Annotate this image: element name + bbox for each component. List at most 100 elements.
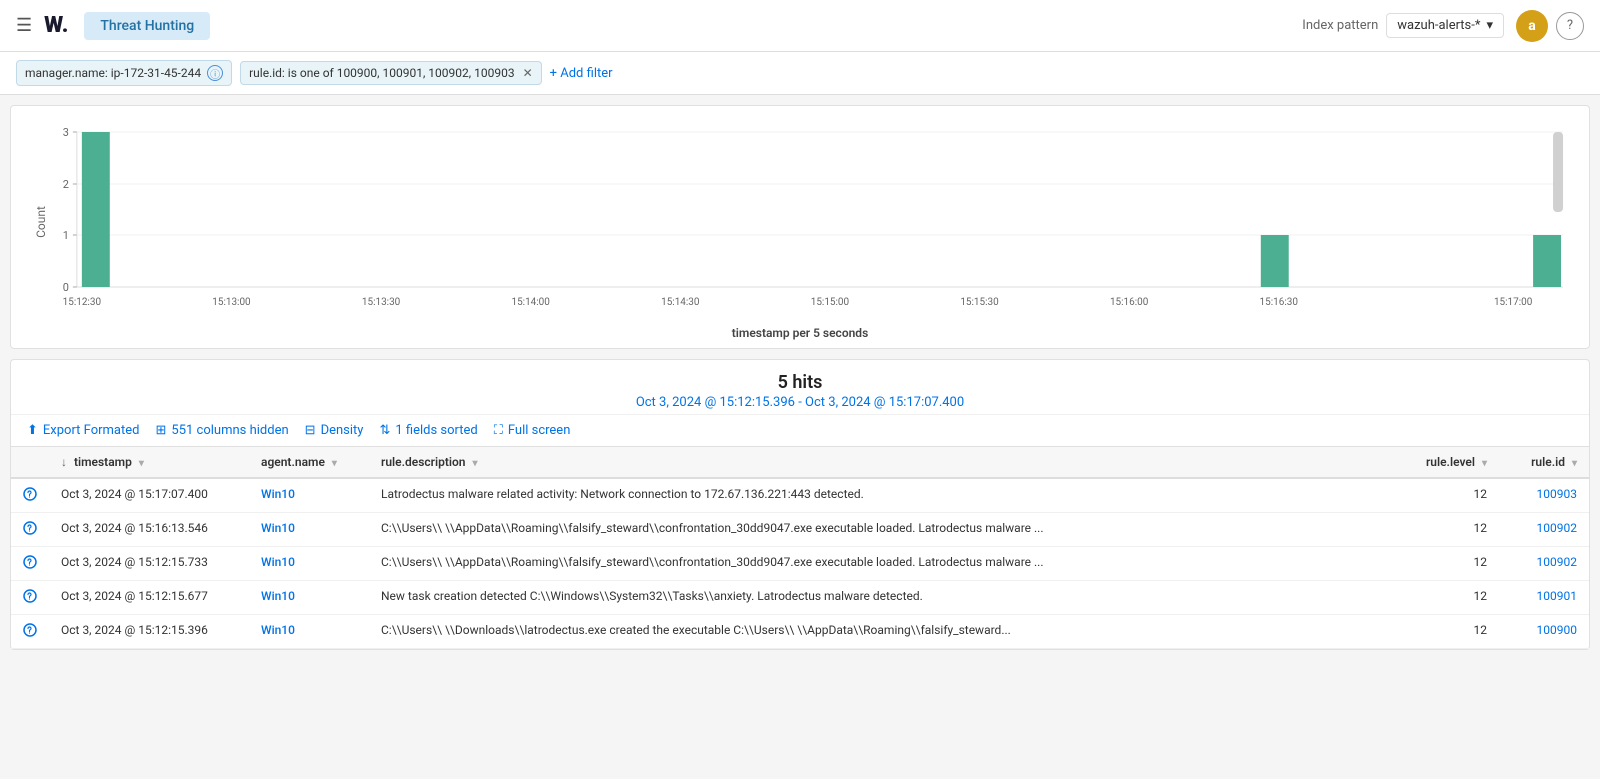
- table-row: Oct 3, 2024 @ 15:12:15.396 Win10 C:\\Use…: [11, 615, 1589, 649]
- chart-svg: Count 0 1 2 3 15:12:30 15:13:: [27, 122, 1573, 322]
- rule-id-link[interactable]: 100903: [1537, 487, 1577, 501]
- rule-id-link[interactable]: 100902: [1537, 521, 1577, 535]
- index-pattern-value: wazuh-alerts-*: [1397, 18, 1480, 33]
- svg-text:15:17:00: 15:17:00: [1494, 297, 1533, 308]
- svg-text:15:15:30: 15:15:30: [960, 297, 999, 308]
- expand-icon[interactable]: [23, 623, 37, 637]
- rule-level-cell: 12: [1414, 478, 1499, 513]
- col-agent-header[interactable]: agent.name ▾: [249, 447, 369, 478]
- chevron-ruleid-icon: ▾: [1572, 458, 1577, 469]
- x-axis-label: timestamp per 5 seconds: [27, 326, 1573, 340]
- agent-link[interactable]: Win10: [261, 623, 295, 637]
- add-filter-button[interactable]: + Add filter: [550, 66, 613, 81]
- timestamp-header-label: timestamp: [74, 455, 132, 469]
- fullscreen-label: Full screen: [508, 423, 571, 438]
- expand-icon[interactable]: [23, 487, 37, 501]
- rule-id-link[interactable]: 100900: [1537, 623, 1577, 637]
- svg-text:15:14:30: 15:14:30: [661, 297, 700, 308]
- expand-icon[interactable]: [23, 521, 37, 535]
- desc-header-label: rule.description: [381, 455, 465, 469]
- rule-id-cell[interactable]: 100901: [1499, 581, 1589, 615]
- col-desc-header[interactable]: rule.description ▾: [369, 447, 1414, 478]
- agent-cell[interactable]: Win10: [249, 615, 369, 649]
- avatar[interactable]: a: [1516, 10, 1548, 42]
- density-icon: ⊟: [305, 423, 316, 438]
- svg-text:15:16:30: 15:16:30: [1260, 297, 1299, 308]
- agent-link[interactable]: Win10: [261, 487, 295, 501]
- timestamp-cell: Oct 3, 2024 @ 15:17:07.400: [49, 478, 249, 513]
- agent-cell[interactable]: Win10: [249, 478, 369, 513]
- columns-hidden-label: 551 columns hidden: [171, 423, 288, 438]
- app-logo: W.: [44, 13, 68, 38]
- results-container: 5 hits Oct 3, 2024 @ 15:12:15.396 - Oct …: [10, 359, 1590, 650]
- results-header: 5 hits Oct 3, 2024 @ 15:12:15.396 - Oct …: [11, 360, 1589, 415]
- filter-chip-manager[interactable]: manager.name: ip-172-31-45-244 ⓘ: [16, 60, 232, 86]
- expand-cell[interactable]: [11, 581, 49, 615]
- rule-id-link[interactable]: 100901: [1537, 589, 1577, 603]
- app-header: ☰ W. Threat Hunting Index pattern wazuh-…: [0, 0, 1600, 52]
- export-button[interactable]: ⬆ Export Formated: [27, 423, 139, 438]
- timestamp-cell: Oct 3, 2024 @ 15:12:15.733: [49, 547, 249, 581]
- date-range: Oct 3, 2024 @ 15:12:15.396 - Oct 3, 2024…: [27, 395, 1573, 410]
- toolbar: ⬆ Export Formated ⊞ 551 columns hidden ⊟…: [11, 415, 1589, 447]
- date-start: Oct 3, 2024 @ 15:12:15.396: [636, 395, 795, 410]
- density-button[interactable]: ⊟ Density: [305, 423, 364, 438]
- table-row: Oct 3, 2024 @ 15:16:13.546 Win10 C:\\Use…: [11, 513, 1589, 547]
- agent-header-label: agent.name: [261, 455, 325, 469]
- table-header-row: ↓ timestamp ▾ agent.name ▾ rule.descript…: [11, 447, 1589, 478]
- results-table: ↓ timestamp ▾ agent.name ▾ rule.descript…: [11, 447, 1589, 649]
- col-expand: [11, 447, 49, 478]
- agent-link[interactable]: Win10: [261, 521, 295, 535]
- col-timestamp-header[interactable]: ↓ timestamp ▾: [49, 447, 249, 478]
- agent-cell[interactable]: Win10: [249, 547, 369, 581]
- rule-id-cell[interactable]: 100902: [1499, 547, 1589, 581]
- fullscreen-button[interactable]: ⛶ Full screen: [494, 423, 571, 438]
- index-pattern-select[interactable]: wazuh-alerts-* ▾: [1386, 13, 1504, 38]
- filter-chip-rule[interactable]: rule.id: is one of 100900, 100901, 10090…: [240, 61, 542, 85]
- expand-cell[interactable]: [11, 478, 49, 513]
- agent-link[interactable]: Win10: [261, 589, 295, 603]
- rule-id-cell[interactable]: 100903: [1499, 478, 1589, 513]
- fields-sorted[interactable]: ⇅ 1 fields sorted: [379, 423, 477, 438]
- description-cell: C:\\Users\\ \\AppData\\Roaming\\falsify_…: [369, 513, 1414, 547]
- columns-icon: ⊞: [155, 423, 166, 438]
- chart-area: Count 0 1 2 3 15:12:30 15:13:: [27, 122, 1573, 322]
- expand-icon[interactable]: [23, 589, 37, 603]
- expand-cell[interactable]: [11, 615, 49, 649]
- fields-sorted-label: 1 fields sorted: [395, 423, 477, 438]
- date-end: Oct 3, 2024 @ 15:17:07.400: [805, 395, 964, 410]
- chevron-timestamp-icon: ▾: [139, 458, 144, 469]
- columns-hidden[interactable]: ⊞ 551 columns hidden: [155, 423, 288, 438]
- ruleid-header-label: rule.id: [1531, 455, 1565, 469]
- agent-cell[interactable]: Win10: [249, 581, 369, 615]
- timestamp-cell: Oct 3, 2024 @ 15:12:15.396: [49, 615, 249, 649]
- chevron-agent-icon: ▾: [332, 458, 337, 469]
- fullscreen-icon: ⛶: [494, 423, 503, 438]
- svg-text:15:13:30: 15:13:30: [362, 297, 401, 308]
- timestamp-cell: Oct 3, 2024 @ 15:16:13.546: [49, 513, 249, 547]
- agent-link[interactable]: Win10: [261, 555, 295, 569]
- rule-id-cell[interactable]: 100902: [1499, 513, 1589, 547]
- rule-id-link[interactable]: 100902: [1537, 555, 1577, 569]
- filter-close-icon[interactable]: ✕: [523, 66, 533, 80]
- svg-text:Count: Count: [34, 206, 48, 238]
- rule-id-cell[interactable]: 100900: [1499, 615, 1589, 649]
- export-icon: ⬆: [27, 423, 38, 438]
- description-cell: New task creation detected C:\\Windows\\…: [369, 581, 1414, 615]
- timestamp-cell: Oct 3, 2024 @ 15:12:15.677: [49, 581, 249, 615]
- expand-cell[interactable]: [11, 547, 49, 581]
- chevron-level-icon: ▾: [1482, 458, 1487, 469]
- rule-level-cell: 12: [1414, 581, 1499, 615]
- expand-icon[interactable]: [23, 555, 37, 569]
- help-icon[interactable]: ?: [1556, 12, 1584, 40]
- col-ruleid-header[interactable]: rule.id ▾: [1499, 447, 1589, 478]
- expand-cell[interactable]: [11, 513, 49, 547]
- agent-cell[interactable]: Win10: [249, 513, 369, 547]
- hamburger-menu[interactable]: ☰: [16, 15, 32, 36]
- filter-chip-manager-label: manager.name: ip-172-31-45-244: [25, 66, 201, 80]
- filter-chip-rule-label: rule.id: is one of 100900, 100901, 10090…: [249, 66, 514, 80]
- hits-count: 5 hits: [27, 372, 1573, 393]
- sort-icon: ⇅: [379, 423, 390, 438]
- col-level-header[interactable]: rule.level ▾: [1414, 447, 1499, 478]
- filter-info-icon[interactable]: ⓘ: [207, 65, 223, 81]
